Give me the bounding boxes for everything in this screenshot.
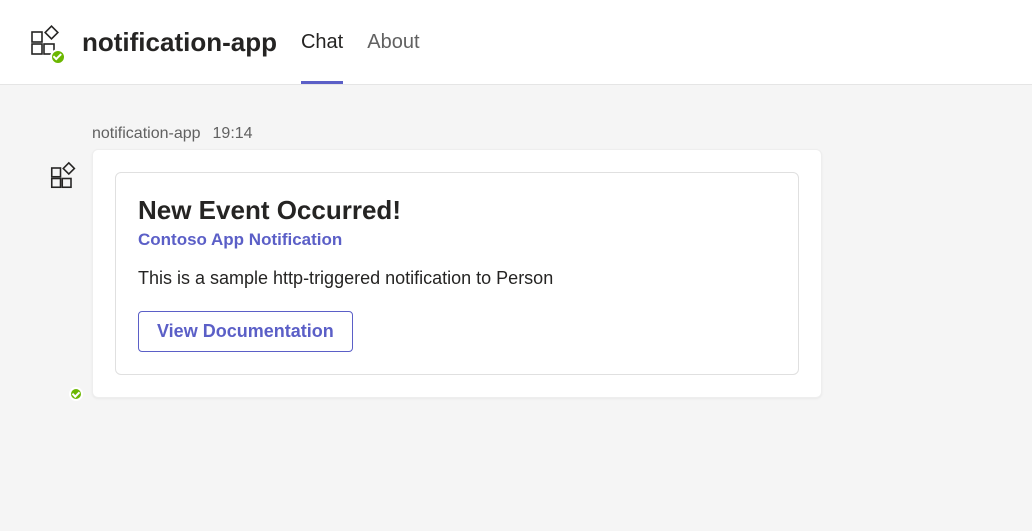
apps-icon — [50, 161, 78, 189]
message-timestamp: 19:14 — [213, 125, 253, 143]
view-documentation-button[interactable]: View Documentation — [138, 311, 353, 352]
app-icon-container — [30, 24, 62, 61]
message-card: New Event Occurred! Contoso App Notifica… — [92, 149, 822, 398]
message-row: notification-app 19:14 New Event Occurre… — [50, 125, 982, 398]
message-content: notification-app 19:14 New Event Occurre… — [92, 125, 822, 398]
tab-about[interactable]: About — [367, 0, 419, 84]
tab-chat[interactable]: Chat — [301, 0, 343, 84]
chat-content: notification-app 19:14 New Event Occurre… — [0, 85, 1032, 438]
message-avatar — [50, 161, 78, 398]
card-title: New Event Occurred! — [138, 195, 776, 226]
card-subtitle: Contoso App Notification — [138, 230, 776, 250]
message-header: notification-app 19:14 — [92, 125, 822, 143]
app-title: notification-app — [82, 27, 277, 58]
tabs: Chat About — [301, 0, 420, 84]
message-sender: notification-app — [92, 125, 201, 143]
adaptive-card: New Event Occurred! Contoso App Notifica… — [115, 172, 799, 375]
presence-available-icon — [69, 387, 83, 401]
presence-available-icon — [50, 49, 66, 65]
app-header: notification-app Chat About — [0, 0, 1032, 85]
card-body: This is a sample http-triggered notifica… — [138, 268, 776, 289]
